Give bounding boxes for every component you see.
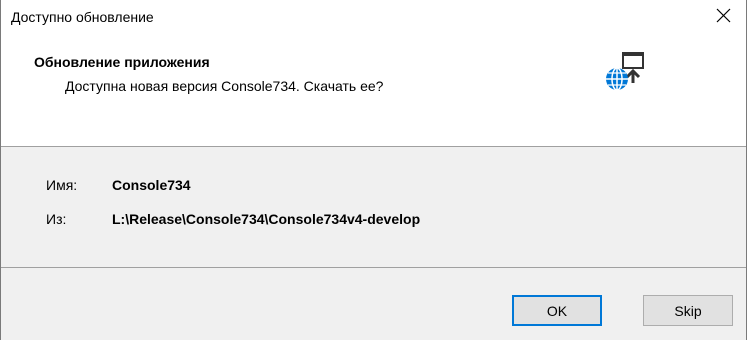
header-subtitle: Доступна новая версия Console734. Скачат… — [65, 78, 384, 94]
ok-button[interactable]: OK — [512, 295, 602, 326]
source-path-value: L:\Release\Console734\Console734v4-devel… — [112, 211, 421, 227]
button-bar: OK Skip — [1, 268, 746, 340]
name-value: Console734 — [112, 177, 191, 193]
globe-update-icon — [606, 52, 644, 91]
close-button[interactable] — [700, 0, 746, 31]
source-row: Из: L:\Release\Console734\Console734v4-d… — [46, 211, 420, 227]
details-panel: Имя: Console734 Из: L:\Release\Console73… — [1, 147, 746, 267]
close-icon — [716, 8, 730, 23]
skip-button[interactable]: Skip — [643, 295, 733, 326]
update-dialog: Доступно обновление Обновление приложени… — [0, 0, 747, 340]
name-row: Имя: Console734 — [46, 177, 191, 193]
source-label: Из: — [46, 211, 67, 227]
header-title: Обновление приложения — [34, 54, 210, 70]
window-title: Доступно обновление — [11, 9, 154, 25]
name-label: Имя: — [46, 177, 78, 193]
title-bar[interactable]: Доступно обновление — [1, 0, 746, 31]
